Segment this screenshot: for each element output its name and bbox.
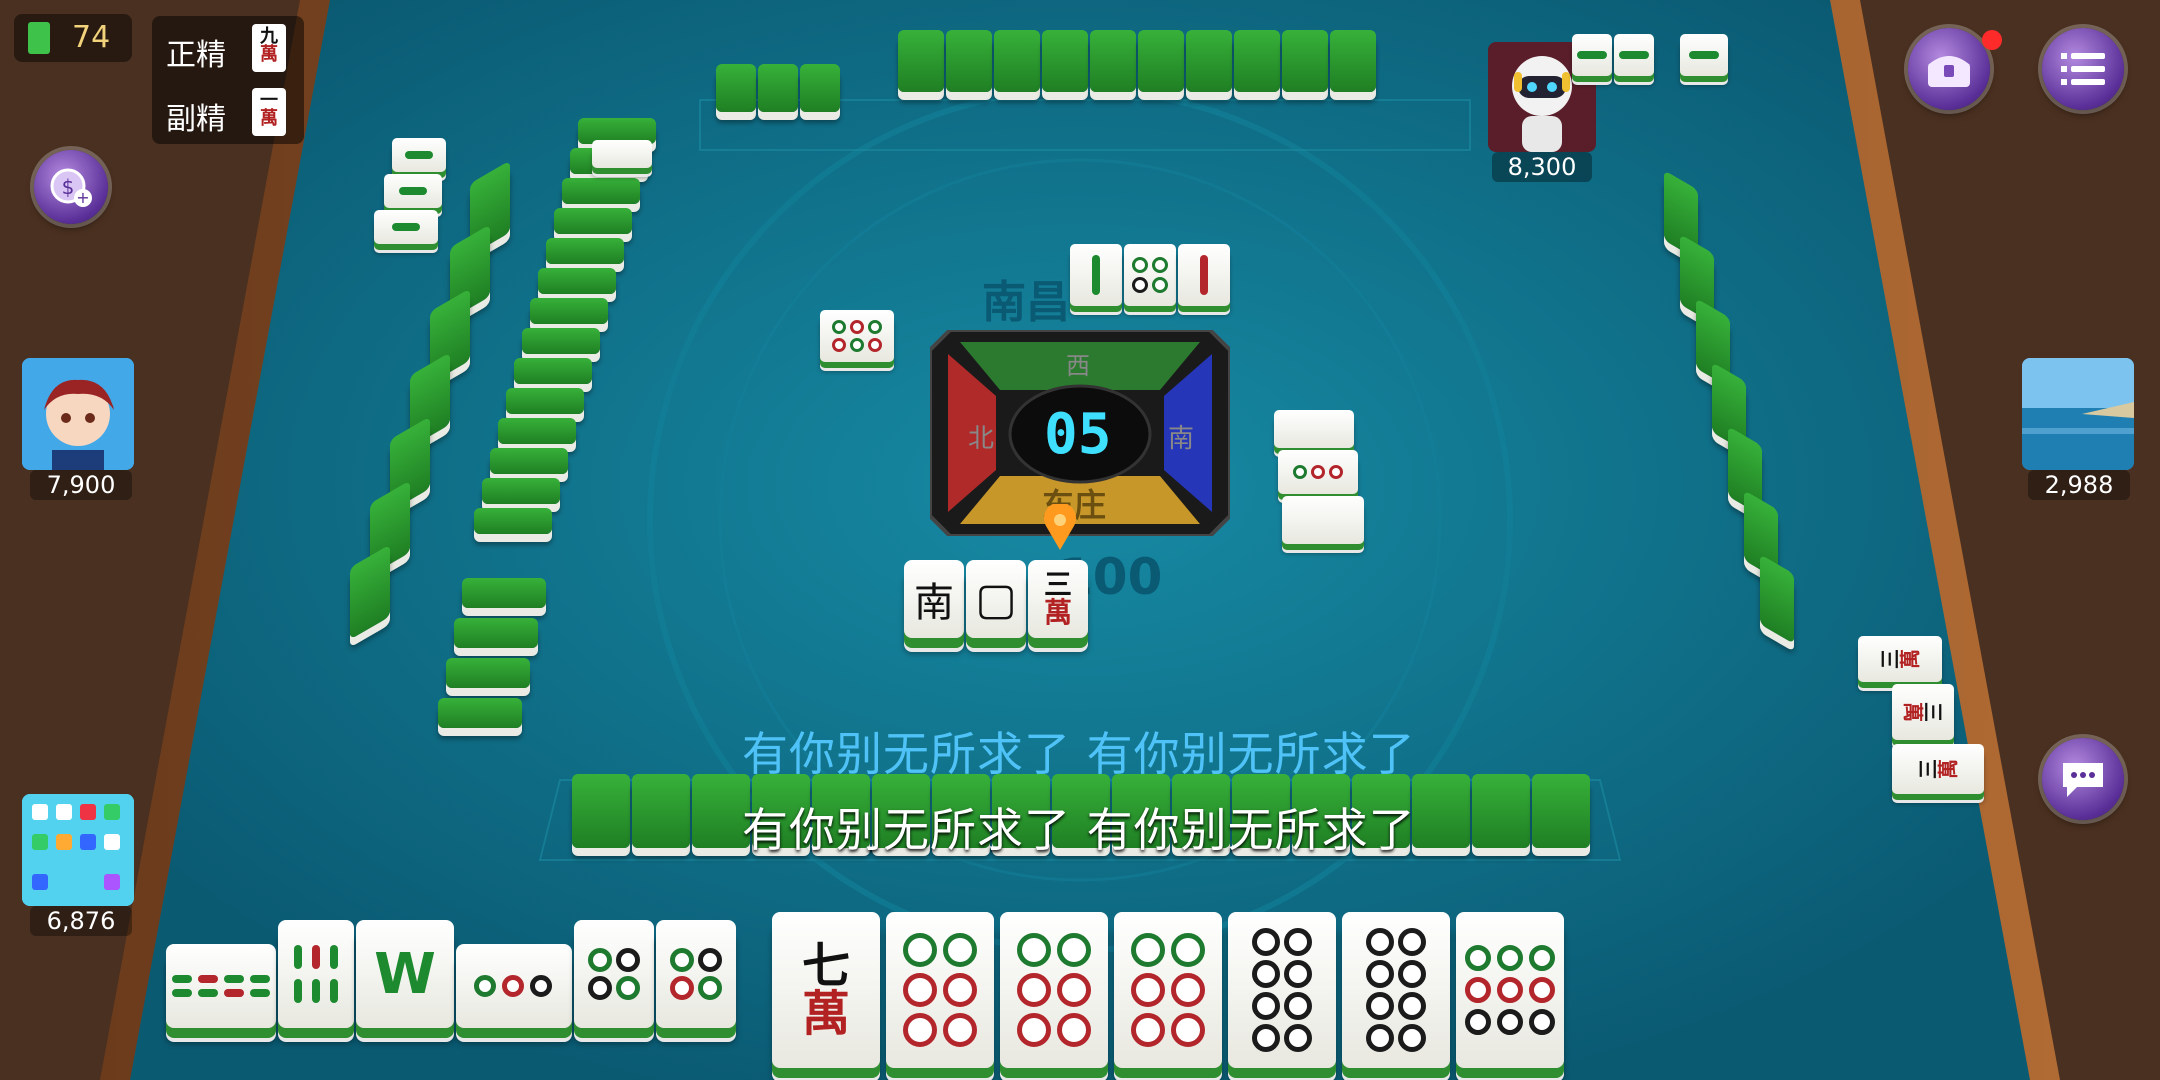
hand-tile-pin[interactable]: [1342, 912, 1450, 1068]
left-meld-tile: [374, 210, 438, 244]
self-meld-tile: [166, 944, 276, 1028]
fu-jing-tile: 一萬: [252, 88, 286, 136]
phone-screen-avatar: [22, 794, 134, 906]
right-meld-tile: 三萬: [1892, 744, 1984, 794]
battery-icon: [28, 22, 50, 54]
add-coins-icon: $ +: [50, 168, 92, 207]
turn-countdown: 05: [1044, 402, 1112, 467]
self-player-avatar[interactable]: [22, 794, 134, 906]
discard-tile: [1124, 244, 1176, 306]
right-player-score: 2,988: [2028, 470, 2130, 500]
fu-jing-label: 副精: [166, 102, 226, 137]
seaside-photo-avatar: [2022, 358, 2134, 470]
notification-dot: [1982, 30, 2002, 50]
add-coins-button[interactable]: $ +: [34, 150, 108, 224]
top-meld-tile: [1680, 34, 1728, 76]
zheng-jing-tile: 九萬: [252, 24, 286, 72]
chat-icon: [2063, 763, 2103, 797]
discard-tile: [1282, 496, 1364, 544]
svg-text:+: +: [76, 188, 89, 207]
top-player-score: 8,300: [1492, 152, 1592, 182]
hand-tile-qi-wan[interactable]: 七萬: [772, 912, 880, 1068]
top-meld-tile: [1614, 34, 1654, 76]
menu-icon: [2061, 53, 2105, 85]
treasure-chest-icon: [1928, 56, 1970, 87]
self-meld-tile: W: [356, 920, 454, 1028]
turn-compass: 05 西 北 南 东庄: [928, 328, 1232, 538]
compass-north: 北: [968, 424, 995, 454]
battery-level: 74: [72, 20, 111, 55]
hand-tile-pin[interactable]: [1114, 912, 1222, 1068]
zheng-jing-label: 正精: [166, 38, 226, 73]
hand-tile-pin[interactable]: [1000, 912, 1108, 1068]
turn-marker-icon: [1042, 502, 1078, 550]
right-meld-tile: 三萬: [1858, 636, 1942, 682]
self-meld-tile: [574, 920, 654, 1028]
subtitle-line-2: 有你别无所求了 有你别无所求了: [742, 803, 1416, 857]
hand-tile-pin[interactable]: [1456, 912, 1564, 1068]
hand-tile-pin[interactable]: [1228, 912, 1336, 1068]
boy-avatar-icon: [22, 358, 134, 470]
svg-text:$: $: [62, 175, 75, 199]
self-meld-tile: [456, 944, 572, 1028]
subtitle-line-1: 有你别无所求了 有你别无所求了: [742, 727, 1416, 781]
discard-tile-south: 南: [904, 560, 964, 638]
right-player-avatar[interactable]: [2022, 358, 2134, 470]
menu-button[interactable]: [2042, 28, 2124, 110]
table-watermark: 南昌: [982, 277, 1070, 328]
left-meld-tile: [592, 140, 652, 168]
right-meld-tile: 三萬: [1892, 684, 1954, 740]
battery-status: 74: [14, 14, 132, 62]
discard-tile: [1178, 244, 1230, 306]
discard-tile: [1278, 450, 1358, 494]
chat-button[interactable]: [2042, 738, 2124, 820]
discard-tile: [820, 310, 894, 362]
compass-south: 南: [1168, 424, 1195, 454]
top-meld-tile: [1572, 34, 1612, 76]
self-player-score: 6,876: [30, 906, 132, 936]
left-player-avatar[interactable]: [22, 358, 134, 470]
jing-panel: 正精 九萬 副精 一萬: [152, 16, 304, 144]
compass-west: 西: [1066, 352, 1090, 380]
discard-tile: [1070, 244, 1122, 306]
self-meld-tile: [656, 920, 736, 1028]
left-player-score: 7,900: [30, 470, 132, 500]
self-meld-tile: [278, 920, 354, 1028]
hand-tile-pin[interactable]: [886, 912, 994, 1068]
treasure-chest-button[interactable]: [1908, 28, 1990, 110]
discard-tile: [1274, 410, 1354, 448]
left-meld-tile: [384, 174, 442, 208]
discard-tile-white: ▢: [966, 560, 1026, 638]
left-meld-tile: [392, 138, 446, 172]
discard-tile-wan: 三萬: [1028, 560, 1088, 638]
